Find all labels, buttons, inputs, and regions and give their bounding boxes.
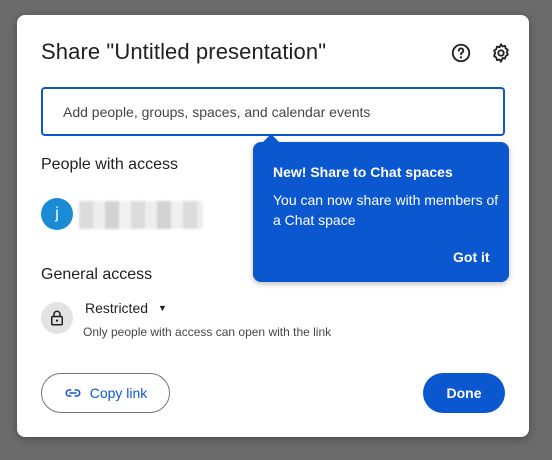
access-level-dropdown[interactable]: Restricted ▼ bbox=[85, 300, 167, 316]
chat-spaces-tooltip: New! Share to Chat spaces You can now sh… bbox=[253, 134, 509, 282]
avatar: j bbox=[41, 198, 73, 230]
got-it-button[interactable]: Got it bbox=[449, 247, 494, 267]
help-icon[interactable] bbox=[449, 41, 473, 65]
tooltip-title: New! Share to Chat spaces bbox=[273, 164, 453, 180]
redacted-user-name bbox=[79, 201, 203, 229]
general-access-heading: General access bbox=[41, 266, 153, 283]
dialog-title: Share "Untitled presentation" bbox=[41, 39, 327, 64]
access-description: Only people with access can open with th… bbox=[83, 325, 332, 339]
people-with-access-heading: People with access bbox=[41, 156, 178, 173]
add-people-input[interactable] bbox=[41, 87, 505, 136]
lock-icon bbox=[41, 302, 73, 334]
done-button[interactable]: Done bbox=[423, 373, 505, 413]
caret-down-icon: ▼ bbox=[158, 303, 167, 313]
access-level-label: Restricted bbox=[85, 300, 149, 316]
copy-link-button[interactable]: Copy link bbox=[41, 373, 170, 413]
tooltip-body: You can now share with members of a Chat… bbox=[273, 192, 499, 228]
link-icon bbox=[64, 384, 82, 402]
copy-link-label: Copy link bbox=[89, 385, 148, 401]
tooltip-arrow bbox=[262, 134, 280, 143]
gear-icon[interactable] bbox=[489, 41, 513, 65]
